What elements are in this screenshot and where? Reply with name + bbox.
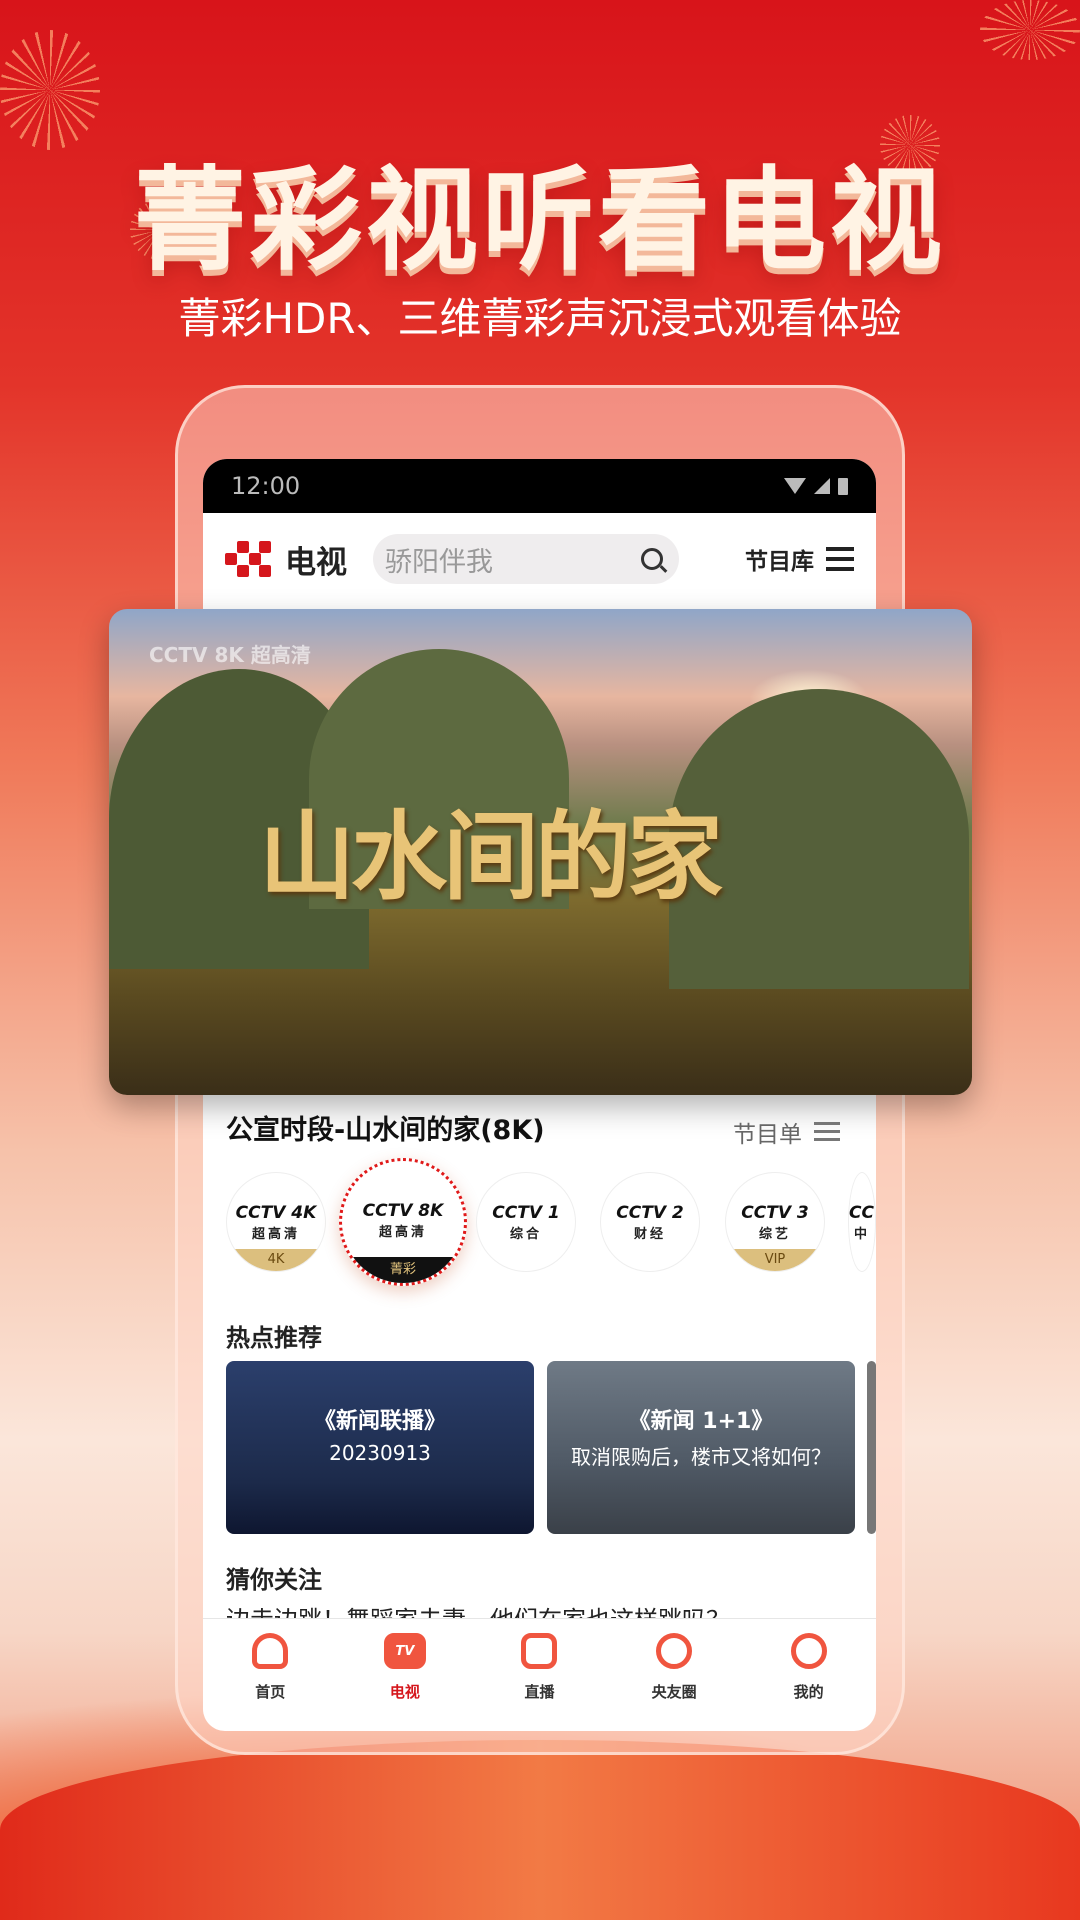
- home-icon: [252, 1633, 289, 1669]
- tab-live[interactable]: 直播: [472, 1619, 607, 1730]
- tab-profile[interactable]: 我的: [741, 1619, 876, 1730]
- card-subtitle: 取消限购后，楼市又将如何？: [571, 1445, 831, 1469]
- firework-decoration: [980, 0, 1080, 60]
- channel-badge: 菁彩: [342, 1257, 464, 1283]
- hot-card-partial[interactable]: [867, 1361, 876, 1534]
- channel-badge: 4K: [227, 1249, 325, 1271]
- channel-name: 财经: [633, 1227, 666, 1242]
- promo-subtitle: 菁彩HDR、三维菁彩声沉浸式观看体验: [178, 294, 902, 343]
- cctv-logo-icon: [225, 541, 271, 577]
- now-playing-title: 公宣时段-山水间的家(8K): [226, 1115, 545, 1146]
- tab-label: 直播: [524, 1683, 555, 1701]
- background-wave-bottom: [0, 1740, 1080, 1920]
- channel-logo: CCTV: [849, 1203, 875, 1223]
- circle-icon: [656, 1633, 693, 1669]
- card-title: 《新闻 1+1》: [628, 1409, 774, 1434]
- status-bar: 12:00: [203, 459, 876, 513]
- channel-name: 超高清: [378, 1225, 427, 1240]
- app-header: 电视 骄阳伴我 节目库: [203, 513, 876, 605]
- schedule-list-icon: [814, 1122, 840, 1142]
- channel-cctv-next[interactable]: CCTV 中: [848, 1172, 876, 1272]
- program-library-button[interactable]: 节目库: [745, 542, 854, 576]
- card-subtitle: 20230913: [329, 1441, 431, 1465]
- schedule-button[interactable]: 节目单: [733, 1115, 840, 1149]
- tab-label: 央友圈: [651, 1683, 697, 1701]
- list-icon: [826, 547, 854, 571]
- live-icon: [521, 1633, 558, 1669]
- channel-cctv-4k[interactable]: CCTV 4K 超高清 4K: [226, 1172, 326, 1272]
- search-input[interactable]: 骄阳伴我: [373, 534, 679, 584]
- channel-name: 综合: [509, 1227, 542, 1242]
- schedule-label: 节目单: [733, 1122, 802, 1148]
- search-placeholder: 骄阳伴我: [385, 546, 493, 578]
- channel-logo: CCTV 8K: [362, 1201, 444, 1221]
- channel-cctv-8k[interactable]: CCTV 8K 超高清菁彩: [339, 1158, 467, 1286]
- hot-card[interactable]: 《新闻 1+1》取消限购后，楼市又将如何？: [547, 1361, 855, 1534]
- follow-teaser[interactable]: 边走边跳！舞蹈家夫妻，他们在家也这样跳吗？: [226, 1600, 876, 1620]
- header-title: 电视: [285, 544, 347, 581]
- hot-card[interactable]: 《新闻联播》 20230913: [226, 1361, 534, 1534]
- hero-title: 山水间的家: [259, 800, 723, 913]
- channel-badge: VIP: [726, 1249, 824, 1271]
- tab-tv[interactable]: TV 电视: [338, 1619, 473, 1730]
- channel-cctv-2[interactable]: CCTV 2 财经: [600, 1172, 700, 1272]
- battery-icon: [838, 477, 848, 495]
- tab-label: 电视: [389, 1683, 420, 1701]
- channel-watermark: CCTV 8K 超高清: [149, 643, 311, 667]
- signal-icon: [814, 478, 830, 494]
- hero-video-player[interactable]: CCTV 8K 超高清 山水间的家: [109, 609, 972, 1095]
- bottom-tab-bar: 首页 TV 电视 直播 央友圈 我的: [203, 1618, 876, 1730]
- channel-name: 超高清: [251, 1227, 300, 1242]
- tab-home[interactable]: 首页: [203, 1619, 338, 1730]
- tv-icon: TV: [383, 1633, 426, 1669]
- channel-name: 中: [853, 1227, 870, 1242]
- channel-cctv-3[interactable]: CCTV 3 综艺 VIP: [725, 1172, 825, 1272]
- profile-icon: [790, 1633, 827, 1669]
- search-icon[interactable]: [641, 548, 663, 570]
- promo-headline: 菁彩视听看电视: [134, 156, 946, 286]
- wifi-icon: [784, 478, 806, 494]
- channel-logo: CCTV 4K: [235, 1203, 317, 1223]
- channel-logo: CCTV 2: [616, 1203, 684, 1223]
- tab-circle[interactable]: 央友圈: [607, 1619, 742, 1730]
- hot-section-title: 热点推荐: [226, 1324, 322, 1352]
- channel-logo: CCTV 1: [492, 1203, 560, 1223]
- channel-logo: CCTV 3: [741, 1203, 809, 1223]
- channel-cctv-1[interactable]: CCTV 1 综合: [476, 1172, 576, 1272]
- card-title: 《新闻联播》: [313, 1409, 446, 1434]
- status-time: 12:00: [231, 472, 301, 500]
- channel-overflow: CCTV 中: [848, 1160, 876, 1290]
- program-library-label: 节目库: [745, 549, 814, 575]
- channel-name: 综艺: [758, 1227, 791, 1242]
- tab-label: 我的: [793, 1683, 824, 1701]
- tab-label: 首页: [255, 1683, 286, 1701]
- follow-section-title: 猜你关注: [226, 1566, 322, 1594]
